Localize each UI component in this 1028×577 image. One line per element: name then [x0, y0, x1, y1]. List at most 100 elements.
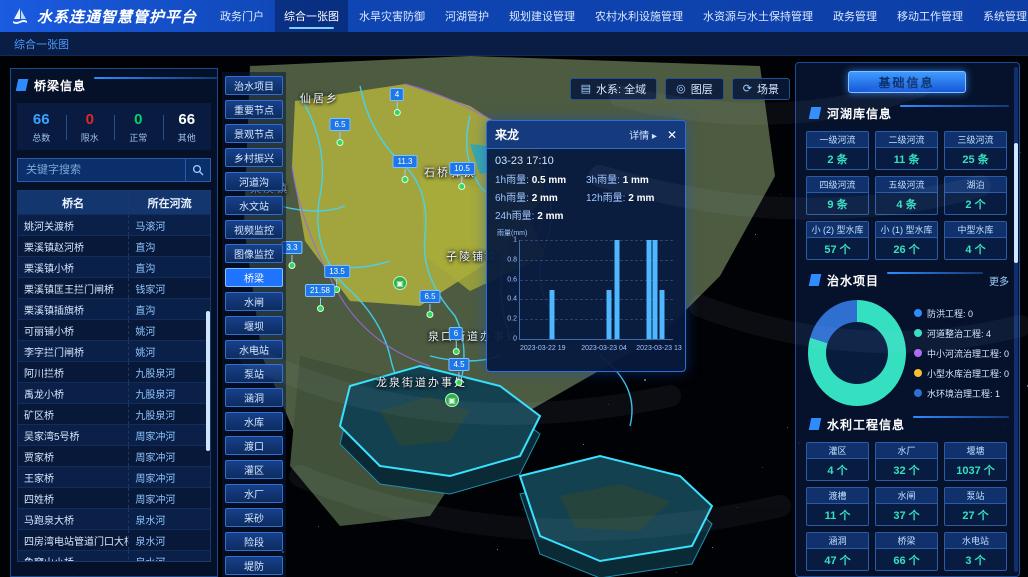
popup-details-link[interactable]: 详情 ▸	[629, 127, 657, 142]
map-control-button[interactable]: ⟳ 场景	[732, 78, 790, 100]
layer-menu-item[interactable]: 乡村振兴	[225, 148, 283, 167]
station-marker[interactable]: 21.58	[305, 280, 335, 312]
nav-item[interactable]: 移动工作管理	[888, 0, 972, 32]
nav-item[interactable]: 系统管理	[974, 0, 1028, 32]
table-row[interactable]: 栗溪镇匡王拦门闸桥 钱家河	[18, 278, 210, 299]
section-corner-icon	[809, 107, 822, 119]
donut-chart	[808, 300, 906, 406]
stat-card[interactable]: 水电站 3 个	[944, 532, 1007, 571]
table-row[interactable]: 禹龙小桥 九股泉河	[18, 383, 210, 404]
camera-marker-icon[interactable]: ▣	[445, 393, 459, 407]
layer-menu-item[interactable]: 桥梁	[225, 268, 283, 287]
layer-menu-item[interactable]: 渡口	[225, 436, 283, 455]
table-row[interactable]: 吴家湾5号桥 周家冲河	[18, 425, 210, 446]
stat-card[interactable]: 堰塘 1037 个	[944, 442, 1007, 481]
layer-menu-item[interactable]: 视频监控	[225, 220, 283, 239]
layer-menu-item[interactable]: 重要节点	[225, 100, 283, 119]
stat-card[interactable]: 桥梁 66 个	[875, 532, 938, 571]
stat-card[interactable]: 一级河流 2 条	[806, 131, 869, 170]
stat-card[interactable]: 涵洞 47 个	[806, 532, 869, 571]
layer-menu-item[interactable]: 涵洞	[225, 388, 283, 407]
layer-menu-item[interactable]: 堰坝	[225, 316, 283, 335]
station-marker[interactable]: 4	[390, 84, 404, 116]
layer-menu-item[interactable]: 堤防	[225, 556, 283, 575]
layer-menu-item[interactable]: 景观节点	[225, 124, 283, 143]
map-control-button[interactable]: ◎ 图层	[665, 78, 724, 100]
rain-bar	[647, 240, 652, 339]
table-row[interactable]: 马跑泉大桥 泉水河	[18, 509, 210, 530]
station-popup: 来龙 详情 ▸ ✕ 03-23 17:10 1h雨量: 0.5 mm 3h雨量:…	[486, 120, 686, 372]
layer-menu-item[interactable]: 治水项目	[225, 76, 283, 95]
station-marker[interactable]: 11.3	[393, 151, 418, 183]
section-corner-icon	[809, 418, 822, 430]
layer-menu-item[interactable]: 水电站	[225, 340, 283, 359]
panel-scrollbar-thumb[interactable]	[1014, 143, 1018, 263]
layer-menu-item[interactable]: 水闸	[225, 292, 283, 311]
nav-item[interactable]: 综合一张图	[275, 0, 348, 32]
stat-card[interactable]: 灌区 4 个	[806, 442, 869, 481]
nav-item[interactable]: 河湖管护	[436, 0, 498, 32]
breadcrumb: 综合一张图	[0, 32, 1028, 56]
nav-item[interactable]: 水旱灾害防御	[350, 0, 434, 32]
layer-menu-item[interactable]: 图像监控	[225, 244, 283, 263]
stat-card[interactable]: 五级河流 4 条	[875, 176, 938, 215]
search-icon	[192, 164, 204, 176]
search-input[interactable]	[17, 158, 185, 182]
layer-menu-item[interactable]: 河道沟	[225, 172, 283, 191]
table-row[interactable]: 栗溪镇插旗桥 直沟	[18, 299, 210, 320]
basic-info-tab[interactable]: 基础信息	[848, 71, 966, 93]
map-control-button[interactable]: ▤ 水系: 全域	[570, 78, 658, 100]
table-row[interactable]: 栗溪镇小桥 直沟	[18, 257, 210, 278]
stat-card[interactable]: 渡槽 11 个	[806, 487, 869, 526]
layer-menu: 治水项目重要节点景观节点乡村振兴河道沟水文站视频监控图像监控桥梁水闸堰坝水电站泵…	[222, 72, 286, 577]
nav-item[interactable]: 规划建设管理	[500, 0, 584, 32]
layer-menu-item[interactable]: 泵站	[225, 364, 283, 383]
nav-item[interactable]: 政务门户	[211, 0, 273, 32]
stat-card[interactable]: 水厂 32 个	[875, 442, 938, 481]
stat-card[interactable]: 三级河流 25 条	[944, 131, 1007, 170]
stat-card[interactable]: 二级河流 11 条	[875, 131, 938, 170]
legend-item: 防洪工程: 0	[914, 307, 1009, 320]
table-row[interactable]: 四房湾电站管道门口大桥 泉水河	[18, 530, 210, 551]
stat-card[interactable]: 小 (1) 型水库 26 个	[875, 221, 938, 260]
more-link[interactable]: 更多	[989, 273, 1009, 288]
station-marker[interactable]: 4.5	[448, 354, 469, 386]
station-marker[interactable]: 6.5	[329, 114, 350, 146]
station-marker[interactable]: 10.5	[449, 158, 475, 190]
camera-marker-icon[interactable]: ▣	[393, 276, 407, 290]
table-row[interactable]: 矿区桥 九股泉河	[18, 404, 210, 425]
search-button[interactable]	[185, 158, 211, 182]
table-row[interactable]: 王家桥 周家冲河	[18, 467, 210, 488]
col-header-river: 所在河流	[129, 191, 210, 214]
layer-menu-item[interactable]: 水厂	[225, 484, 283, 503]
table-row[interactable]: 栗溪镇赵河桥 直沟	[18, 236, 210, 257]
stat-card[interactable]: 水闸 37 个	[875, 487, 938, 526]
nav-item[interactable]: 农村水利设施管理	[586, 0, 692, 32]
station-marker[interactable]: 6.5	[419, 286, 440, 318]
stat-card[interactable]: 湖泊 2 个	[944, 176, 1007, 215]
marker-value: 13.5	[324, 265, 350, 278]
table-row[interactable]: 阿川拦桥 九股泉河	[18, 362, 210, 383]
basic-info-panel: 基础信息 河湖库信息 一级河流 2 条 二级河流 11 条 三级河流	[795, 62, 1020, 577]
table-scrollbar[interactable]	[206, 311, 210, 451]
nav-item[interactable]: 水资源与水土保持管理	[694, 0, 822, 32]
table-row[interactable]: 象窝山小桥 泉水河	[18, 551, 210, 562]
stat-card[interactable]: 四级河流 9 条	[806, 176, 869, 215]
close-icon[interactable]: ✕	[667, 128, 677, 142]
layer-menu-item[interactable]: 水库	[225, 412, 283, 431]
layer-menu-item[interactable]: 水文站	[225, 196, 283, 215]
stat-card[interactable]: 泵站 27 个	[944, 487, 1007, 526]
layer-menu-item[interactable]: 险段	[225, 532, 283, 551]
layer-menu-item[interactable]: 采砂	[225, 508, 283, 527]
nav-item[interactable]: 政务管理	[824, 0, 886, 32]
table-row[interactable]: 姚河关渡桥 马滚河	[18, 215, 210, 236]
stat-card[interactable]: 小 (2) 型水库 57 个	[806, 221, 869, 260]
table-row[interactable]: 可丽铺小桥 姚河	[18, 320, 210, 341]
table-row[interactable]: 李字拦门闸桥 姚河	[18, 341, 210, 362]
table-row[interactable]: 四姓桥 周家冲河	[18, 488, 210, 509]
breadcrumb-current[interactable]: 综合一张图	[14, 36, 69, 52]
station-marker[interactable]: 6	[449, 323, 463, 355]
layer-menu-item[interactable]: 灌区	[225, 460, 283, 479]
table-row[interactable]: 贾家桥 周家冲河	[18, 446, 210, 467]
stat-card[interactable]: 中型水库 4 个	[944, 221, 1007, 260]
